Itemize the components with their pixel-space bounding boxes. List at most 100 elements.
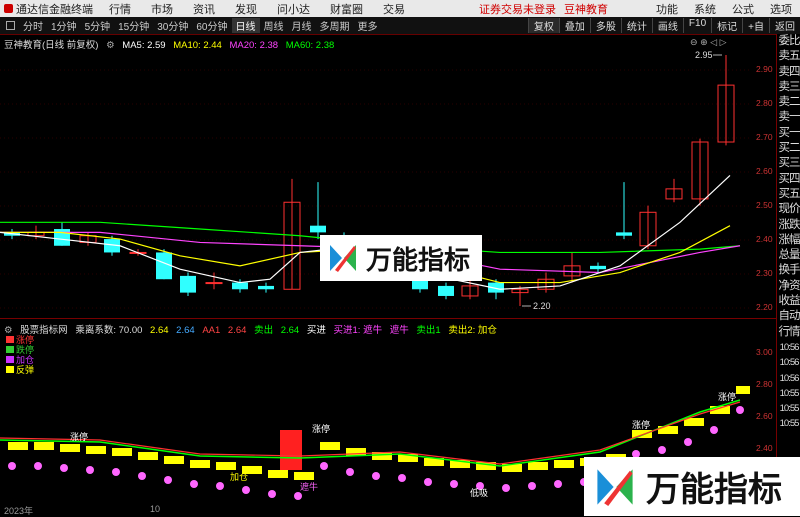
date-month: 10 <box>150 504 161 514</box>
quote-row: 换手 <box>778 264 800 277</box>
quote-panel: 委比 卖五 卖四 卖三 卖二 卖一 买一 买二 买三 买四 买五 现价 涨跌 涨幅 总量 换手 净资 收益 自动 行情… <box>776 34 800 516</box>
chart-tools: 复权 叠加 多股 统计 画线 F10 标记 +自 返回 <box>527 18 800 33</box>
menu-options[interactable]: 选项 <box>762 1 800 17</box>
watermark-text: 万能指标 <box>366 245 471 276</box>
hold-marker <box>216 482 224 490</box>
right-icon[interactable]: ▷ <box>720 37 727 47</box>
hold-marker <box>138 472 146 480</box>
login-warning[interactable]: 证券交易未登录 <box>475 1 560 17</box>
app-title: 通达信金融终端 <box>0 1 99 17</box>
tool-stats[interactable]: 统计 <box>620 18 652 33</box>
label-low-buy: 低吸 <box>470 487 488 498</box>
signal-bar <box>554 460 574 468</box>
menu-item-wealth[interactable]: 财富圈 <box>320 1 373 17</box>
label-add: 加仓 <box>230 471 248 482</box>
tab-monthly[interactable]: 月线 <box>288 18 316 33</box>
menubar-right: 功能 系统 公式 选项 <box>648 1 800 17</box>
hold-marker <box>684 438 692 446</box>
signal-bar <box>86 446 106 454</box>
menu-item-market[interactable]: 市场 <box>141 1 183 17</box>
tool-f10[interactable]: F10 <box>682 18 711 33</box>
hold-marker <box>658 446 666 454</box>
quote-row: 10:56 <box>779 357 800 369</box>
date-year: 2023年 <box>4 506 34 516</box>
quote-row: 行情 <box>778 325 800 338</box>
watermark-center: 万能指标 <box>320 235 482 281</box>
menu-system[interactable]: 系统 <box>686 1 724 17</box>
hold-marker <box>190 480 198 488</box>
hold-marker <box>268 490 276 498</box>
hold-marker <box>346 468 354 476</box>
tool-back[interactable]: 返回 <box>769 18 800 33</box>
quote-row: 买二 <box>778 142 800 155</box>
hold-marker <box>164 476 172 484</box>
hold-marker <box>736 406 744 414</box>
menu-item-ask[interactable]: 问小达 <box>267 1 320 17</box>
hold-marker <box>294 492 302 500</box>
label-limit-up: 涨停 <box>718 391 736 402</box>
tab-15min[interactable]: 15分钟 <box>114 18 153 33</box>
signal-bar <box>268 470 288 478</box>
signal-bar <box>294 472 314 480</box>
tool-custom[interactable]: +自 <box>742 18 769 33</box>
menu-item-quotes[interactable]: 行情 <box>99 1 141 17</box>
panel-divider <box>0 318 776 319</box>
quote-row: 涨幅 <box>778 233 800 246</box>
signal-bar <box>320 442 340 450</box>
tool-multistock[interactable]: 多股 <box>589 18 621 33</box>
signal-bar <box>216 462 236 470</box>
menu-item-trade[interactable]: 交易 <box>373 1 415 17</box>
menu-function[interactable]: 功能 <box>648 1 686 17</box>
signal-bar <box>528 462 548 470</box>
tab-30min[interactable]: 30分钟 <box>153 18 192 33</box>
tab-multi[interactable]: 多周期 <box>316 18 354 33</box>
candle-down <box>54 229 70 246</box>
tab-1min[interactable]: 1分钟 <box>47 18 81 33</box>
hold-marker <box>60 464 68 472</box>
left-icon[interactable]: ◁ <box>710 37 717 47</box>
chart-nav-buttons: ⊖ ⊕ ◁ ▷ <box>690 37 726 48</box>
signal-bar <box>60 444 80 452</box>
tab-timeshare[interactable]: 分时 <box>19 18 47 33</box>
menu-item-news[interactable]: 资讯 <box>183 1 225 17</box>
plus-icon[interactable]: ⊕ <box>700 37 708 47</box>
square-icon[interactable] <box>6 21 15 30</box>
period-toolbar: 分时 1分钟 5分钟 15分钟 30分钟 60分钟 日线 周线 月线 多周期 更… <box>0 17 800 35</box>
quote-row: 总量 <box>778 249 800 262</box>
hold-marker <box>554 480 562 488</box>
quote-row: 10:55 <box>779 418 800 430</box>
quote-row: 卖三 <box>778 80 800 93</box>
tab-more[interactable]: 更多 <box>354 18 382 33</box>
quote-row: 卖四 <box>778 65 800 78</box>
watermark-text: 万能指标 <box>646 470 782 510</box>
minus-icon[interactable]: ⊖ <box>690 37 698 47</box>
tool-mark[interactable]: 标记 <box>711 18 742 33</box>
tool-adjust[interactable]: 复权 <box>527 18 559 33</box>
menu-item-discover[interactable]: 发现 <box>225 1 267 17</box>
hold-marker <box>34 462 42 470</box>
price-axis: 2.90 2.80 2.70 2.60 2.50 2.40 2.30 2.20 <box>756 64 773 312</box>
candle-down <box>232 282 248 290</box>
quote-row: 现价 <box>778 203 800 216</box>
quote-row: 卖五 <box>778 50 800 63</box>
candle-down <box>258 285 274 290</box>
hold-marker <box>86 466 94 474</box>
candle-down <box>310 225 326 233</box>
hold-marker <box>372 472 380 480</box>
hold-marker <box>710 426 718 434</box>
tab-daily[interactable]: 日线 <box>231 18 260 33</box>
signal-bar <box>138 452 158 460</box>
tool-draw[interactable]: 画线 <box>651 18 683 33</box>
tab-5min[interactable]: 5分钟 <box>81 18 115 33</box>
logo-icon <box>594 466 636 507</box>
hold-marker <box>528 482 536 490</box>
logo-icon <box>328 243 358 273</box>
quote-row: 委比 <box>778 35 800 47</box>
tab-60min[interactable]: 60分钟 <box>192 18 231 33</box>
quote-row: 10:55 <box>779 403 800 415</box>
tab-weekly[interactable]: 周线 <box>260 18 288 33</box>
menu-formula[interactable]: 公式 <box>724 1 762 17</box>
tool-overlay[interactable]: 叠加 <box>558 18 590 33</box>
candle-down <box>616 232 632 236</box>
candle-up <box>205 282 223 285</box>
